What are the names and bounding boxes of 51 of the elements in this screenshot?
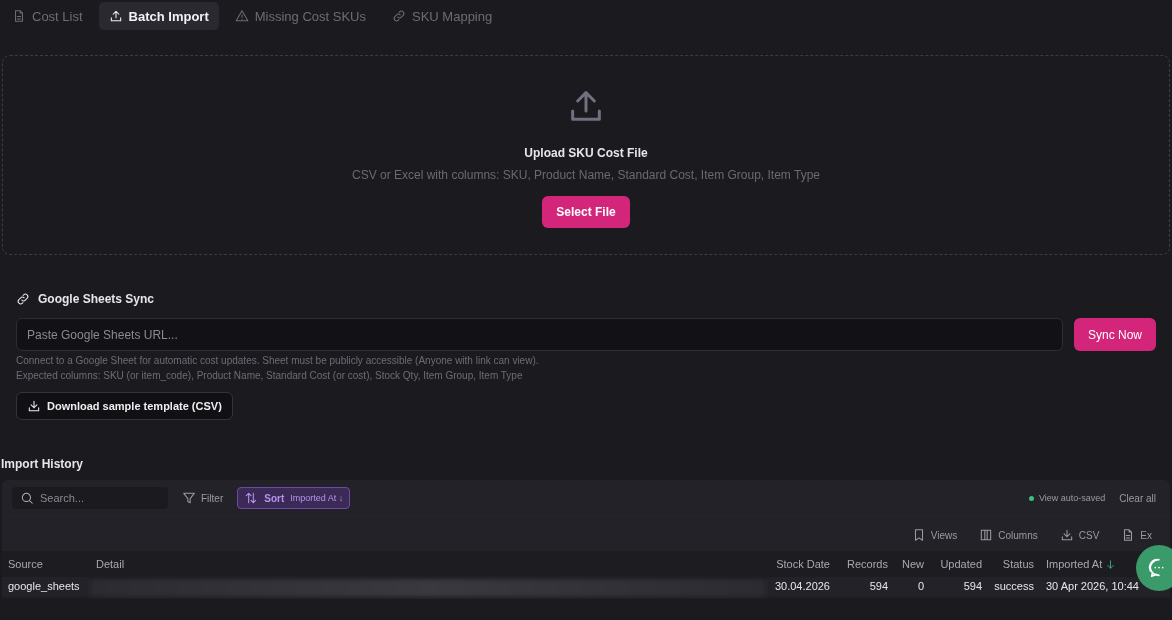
upload-title: Upload SKU Cost File (524, 146, 648, 160)
section-title: Import History (0, 457, 84, 471)
sort-button[interactable]: Sort Imported At ↓ (237, 487, 351, 509)
sync-now-button[interactable]: Sync Now (1073, 318, 1156, 351)
link-icon (16, 292, 30, 306)
columns-icon (979, 528, 994, 542)
sort-icon (244, 491, 259, 505)
table-cell-text: 30.04.2026 (774, 580, 830, 594)
document-icon (12, 9, 26, 23)
warning-icon (234, 9, 249, 23)
upload-drop-zone[interactable]: Upload SKU Cost File CSV or Excel with columns: SKU, Product Name, Standard Cost, Item Group, Item Type Select File (2, 55, 1170, 255)
toolbar-button[interactable]: CSV (1055, 527, 1104, 543)
tab[interactable]: Batch Import (98, 2, 219, 30)
table-cell-text: 0 (917, 580, 924, 594)
table-cell-text: 594 (963, 580, 982, 594)
table-cell-text: success (994, 580, 1034, 594)
table-cell-text: 30 Apr 2026, 10:44 (1046, 580, 1139, 594)
table-cell-text: 594 (869, 580, 888, 594)
url-input-field[interactable]: Paste Google Sheets URL... (16, 318, 1063, 351)
select-file-button[interactable]: Select File (542, 196, 630, 228)
toolbar-button[interactable]: Columns (975, 527, 1042, 543)
arrow-down-icon (1105, 558, 1117, 570)
download-template-button[interactable]: Download sample template (CSV) (16, 392, 233, 420)
toolbar-button[interactable]: Views (907, 527, 962, 543)
toolbar-button[interactable]: Ex (1117, 527, 1156, 543)
column-header[interactable]: New (902, 558, 924, 570)
download-icon (27, 399, 41, 413)
column-header[interactable]: Source (8, 558, 43, 570)
upload-icon (108, 9, 123, 23)
upload-description: CSV or Excel with columns: SKU, Product Name, Standard Cost, Item Group, Item Type (352, 168, 820, 182)
column-header[interactable]: Stock Date (776, 558, 830, 570)
clear-all-button[interactable]: Clear all (1115, 492, 1160, 504)
section-title: Google Sheets Sync (38, 292, 155, 306)
tab[interactable]: Cost List (2, 2, 93, 30)
filter-icon (182, 491, 196, 505)
column-header[interactable]: Records (847, 558, 888, 570)
column-header[interactable]: Detail (96, 558, 125, 570)
help-text: Connect to a Google Sheet for automatic cost updates. Sheet must be publicly accessible (Anyone with link can view). (16, 355, 540, 366)
filter-button[interactable]: Filter (178, 491, 228, 505)
search-field[interactable]: Search... (12, 487, 168, 509)
help-text: Expected columns: SKU (or item_code), Product Name, Standard Cost (or cost), Stock Qty, Item Group, Item Type (16, 370, 524, 381)
download-icon (1059, 528, 1074, 542)
auto-saved-status: View auto-saved (1038, 493, 1106, 503)
tab[interactable]: Missing Cost SKUs (224, 2, 376, 30)
column-header[interactable]: Updated (940, 558, 982, 570)
column-header[interactable]: Imported At (1046, 558, 1117, 570)
column-header[interactable]: Status (1002, 558, 1034, 570)
tab[interactable]: SKU Mapping (382, 2, 503, 30)
status-dot (1028, 495, 1034, 501)
table-cell-text: google_sheets (8, 580, 80, 594)
link-icon (392, 9, 406, 23)
